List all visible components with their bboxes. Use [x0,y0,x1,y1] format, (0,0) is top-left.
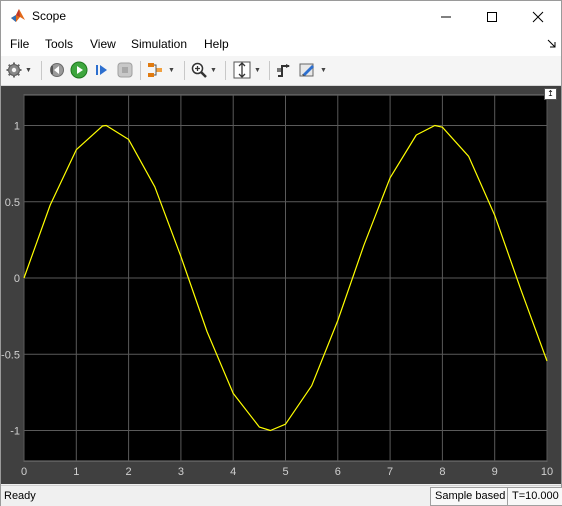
toolbar-separator [41,61,42,80]
status-time: T=10.000 [507,487,562,506]
matlab-icon [11,9,25,22]
zoom-in-button[interactable]: ▼ [191,60,217,80]
status-mode: Sample based [430,487,511,506]
scope-display: ↥ 0 1 2 3 4 5 6 7 8 9 10 1 0.5 0 -0.5 -1 [1,86,561,484]
x-tick-label: 2 [126,466,132,478]
y-tick-label: 0 [14,273,20,285]
x-tick-label: 0 [21,466,27,478]
signal-selector-icon [148,63,162,77]
step-back-icon [50,63,64,77]
close-icon [532,11,544,22]
menu-file[interactable]: File [10,37,29,51]
toolbar-separator [269,61,270,80]
style-button[interactable]: ▼ [299,60,327,80]
settings-button[interactable]: ▼ [6,60,32,80]
menu-bar: File Tools View Simulation Help [1,32,561,56]
x-tick-label: 8 [439,466,445,478]
y-tick-label: 0.5 [5,197,20,209]
x-tick-label: 1 [73,466,79,478]
y-tick-label: -1 [10,426,20,438]
dock-arrow-icon[interactable] [547,39,557,49]
undock-icon[interactable]: ↥ [544,88,557,100]
toolbar: ▼ ▼ ▼ ▼ ▼ [1,56,561,86]
run-icon [70,61,88,79]
triggers-icon [277,64,290,77]
x-tick-label: 4 [230,466,236,478]
triggers-button[interactable] [276,60,292,80]
menu-simulation[interactable]: Simulation [131,37,187,51]
toolbar-separator [140,61,141,80]
maximize-icon [487,11,497,22]
x-tick-label: 9 [492,466,498,478]
maximize-button[interactable] [469,1,515,32]
step-back-button[interactable] [48,60,64,80]
x-tick-label: 7 [387,466,393,478]
settings-icon [6,62,22,78]
status-ready: Ready [4,490,36,502]
x-tick-label: 3 [178,466,184,478]
stop-button[interactable] [117,60,133,80]
scale-axes-button[interactable]: ▼ [233,60,261,80]
minimize-button[interactable] [423,1,469,32]
minimize-icon [441,16,451,17]
x-tick-label: 10 [541,466,553,478]
scope-plot[interactable]: 0 1 2 3 4 5 6 7 8 9 10 1 0.5 0 -0.5 -1 [1,86,561,484]
toolbar-separator [225,61,226,80]
y-tick-label: -0.5 [1,349,20,361]
window-title: Scope [32,9,67,23]
style-icon [299,63,314,77]
toolbar-separator [184,61,185,80]
menu-tools[interactable]: Tools [45,37,73,51]
step-forward-icon [96,65,107,75]
status-bar: Ready Sample based T=10.000 [1,485,562,506]
x-tick-label: 5 [282,466,288,478]
zoom-in-icon [191,62,207,78]
signal-selector-button[interactable]: ▼ [147,60,175,80]
menu-view[interactable]: View [90,37,116,51]
x-tick-label: 6 [335,466,341,478]
menu-help[interactable]: Help [204,37,229,51]
step-forward-button[interactable] [94,60,110,80]
y-tick-label: 1 [14,121,20,133]
stop-icon [117,62,133,78]
title-bar[interactable]: Scope [1,1,561,32]
scope-window: Scope File Tools View Simulation Help ▼ [0,0,562,506]
scale-axes-icon [233,61,251,79]
run-button[interactable] [70,60,88,80]
close-button[interactable] [515,1,561,32]
